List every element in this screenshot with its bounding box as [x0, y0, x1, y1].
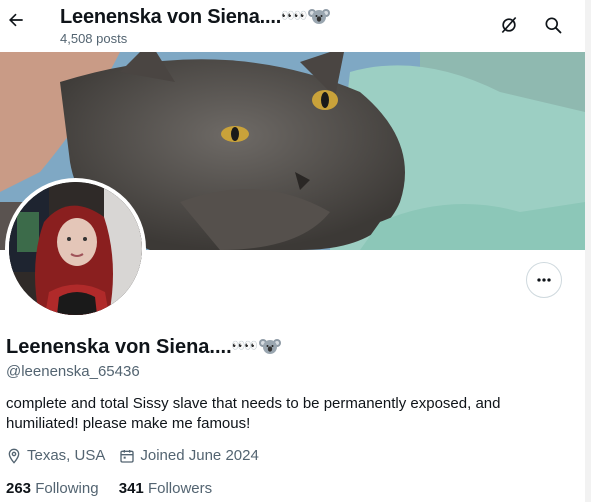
followers-count: 341: [118, 480, 144, 497]
more-options-button[interactable]: [526, 262, 562, 298]
profile-handle: @leenenska_65436: [6, 363, 140, 380]
profile-eyes-emoji: 👀👀: [231, 339, 258, 352]
location: Texas, USA: [6, 447, 105, 464]
following-label: Following: [35, 480, 99, 497]
koala-icon: [259, 339, 282, 354]
followers-label: Followers: [147, 480, 213, 497]
avatar-container[interactable]: [5, 178, 146, 319]
grok-icon: [501, 16, 517, 34]
profile-meta: Texas, USA Joined June 2024: [6, 447, 273, 464]
header-name-text: Leenenska von Siena....: [60, 6, 282, 28]
avatar: [9, 182, 142, 315]
back-button[interactable]: [4, 8, 28, 32]
profile-bio: complete and total Sissy slave that need…: [6, 395, 501, 432]
calendar-icon: [120, 449, 135, 463]
scrollbar-track[interactable]: [585, 0, 591, 502]
profile-name: Leenenska von Siena....👀👀: [6, 336, 282, 359]
search-icon: [545, 17, 562, 34]
profile-header: Leenenska von Siena....👀👀 4,508 posts: [0, 0, 591, 52]
header-title: Leenenska von Siena....👀👀: [60, 6, 331, 29]
join-date-text: Joined June 2024: [140, 447, 259, 464]
koala-icon: [308, 9, 331, 24]
search-button[interactable]: [540, 12, 566, 38]
post-count: 4,508 posts: [60, 31, 128, 46]
following-link[interactable]: 263 Following: [6, 480, 99, 497]
profile-name-text: Leenenska von Siena....: [6, 336, 232, 358]
location-pin-icon: [8, 448, 20, 464]
avatar-image: [9, 182, 142, 315]
follow-stats: 263 Following 341 Followers: [6, 480, 228, 497]
join-date: Joined June 2024: [119, 447, 259, 464]
header-eyes-emoji: 👀👀: [281, 9, 307, 22]
location-text: Texas, USA: [27, 447, 106, 464]
followers-link[interactable]: 341 Followers: [119, 480, 212, 497]
grok-button[interactable]: [496, 12, 522, 38]
arrow-left-icon: [9, 13, 23, 27]
more-dots-icon: [537, 278, 551, 282]
following-count: 263: [6, 480, 32, 497]
